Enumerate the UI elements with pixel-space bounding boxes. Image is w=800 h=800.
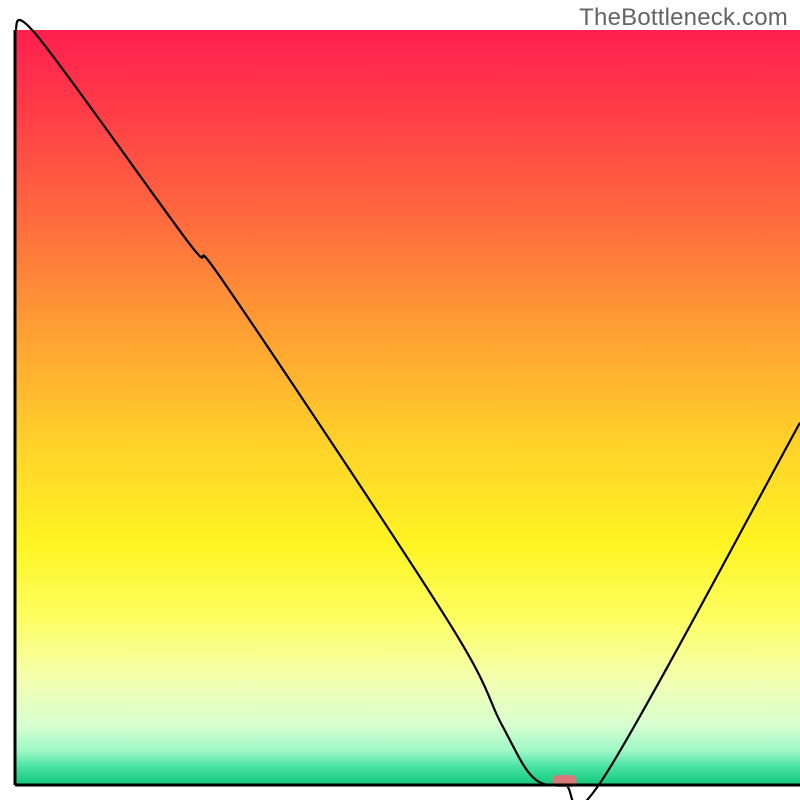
watermark-label: TheBottleneck.com — [579, 4, 788, 32]
plot-background — [15, 30, 800, 785]
chart-container: TheBottleneck.com — [0, 0, 800, 800]
chart-svg — [0, 0, 800, 800]
